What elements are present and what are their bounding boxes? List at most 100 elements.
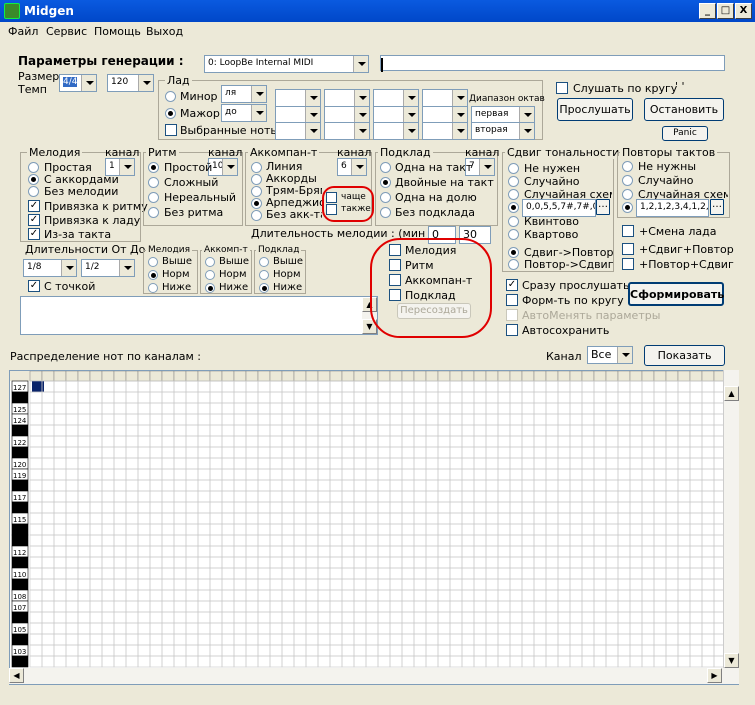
grid-cell[interactable] — [221, 589, 235, 602]
grid-header-cell[interactable] — [677, 371, 691, 382]
grid-cell[interactable] — [269, 600, 283, 613]
grid-cell[interactable] — [449, 380, 463, 393]
grid-cell[interactable] — [617, 633, 631, 646]
grid-cell[interactable] — [509, 457, 523, 470]
grid-cell[interactable] — [605, 380, 619, 393]
grid-cell[interactable] — [65, 578, 79, 591]
grid-cell[interactable] — [689, 578, 703, 591]
grid-cell[interactable] — [101, 435, 115, 448]
grid-cell[interactable] — [89, 501, 103, 514]
grid-cell[interactable] — [149, 512, 163, 525]
grid-cell[interactable] — [173, 457, 187, 470]
grid-cell[interactable] — [281, 446, 295, 459]
grid-cell[interactable] — [113, 413, 127, 426]
grid-cell[interactable] — [257, 655, 271, 668]
grid-cell[interactable] — [593, 644, 607, 657]
grid-cell[interactable] — [641, 578, 655, 591]
grid-cell[interactable] — [161, 490, 175, 503]
grid-cell[interactable] — [581, 512, 595, 525]
grid-cell[interactable] — [509, 611, 523, 624]
grid-cell[interactable] — [377, 556, 391, 569]
grid-cell[interactable] — [245, 479, 259, 492]
play-now-checkbox[interactable]: ✓ — [506, 279, 518, 291]
grid-cell[interactable] — [257, 380, 271, 393]
grid-cell[interactable] — [605, 479, 619, 492]
grid-cell[interactable] — [353, 424, 367, 437]
grid-cell[interactable] — [125, 523, 139, 536]
grid-cell[interactable] — [317, 380, 331, 393]
autosave-checkbox[interactable] — [506, 324, 518, 336]
grid-cell[interactable] — [449, 655, 463, 668]
grid-cell[interactable] — [545, 523, 559, 536]
grid-cell[interactable] — [677, 435, 691, 448]
grid-cell[interactable] — [641, 556, 655, 569]
grid-header-cell[interactable] — [521, 371, 535, 382]
grid-cell[interactable] — [473, 501, 487, 514]
grid-cell[interactable] — [509, 402, 523, 415]
grid-cell[interactable] — [161, 413, 175, 426]
grid-cell[interactable] — [317, 655, 331, 668]
grid-cell[interactable] — [329, 600, 343, 613]
grid-cell[interactable] — [113, 567, 127, 580]
repeats-scheme-more-button[interactable]: … — [710, 199, 724, 215]
grid-cell[interactable] — [233, 545, 247, 558]
grid-cell[interactable] — [521, 424, 535, 437]
grid-cell[interactable] — [653, 534, 667, 547]
grid-cell[interactable] — [689, 512, 703, 525]
grid-cell[interactable] — [353, 600, 367, 613]
grid-cell[interactable] — [701, 523, 715, 536]
grid-cell[interactable] — [89, 622, 103, 635]
grid-cell[interactable] — [653, 655, 667, 668]
grid-cell[interactable] — [617, 545, 631, 558]
grid-cell[interactable] — [185, 468, 199, 481]
grid-cell[interactable] — [53, 457, 67, 470]
grid-cell[interactable] — [101, 391, 115, 404]
grid-cell[interactable] — [485, 611, 499, 624]
grid-cell[interactable] — [557, 512, 571, 525]
grid-cell[interactable] — [533, 655, 547, 668]
grid-cell[interactable] — [677, 633, 691, 646]
grid-cell[interactable] — [65, 545, 79, 558]
grid-cell[interactable] — [341, 644, 355, 657]
grid-cell[interactable] — [329, 556, 343, 569]
grid-cell[interactable] — [173, 644, 187, 657]
grid-cell[interactable] — [653, 633, 667, 646]
form-button[interactable]: Сформировать — [628, 282, 724, 306]
grid-cell[interactable] — [425, 578, 439, 591]
grid-cell[interactable] — [449, 402, 463, 415]
grid-cell[interactable] — [533, 501, 547, 514]
grid-cell[interactable] — [353, 446, 367, 459]
grid-cell[interactable] — [425, 490, 439, 503]
grid-cell[interactable] — [137, 644, 151, 657]
grid-cell[interactable] — [377, 523, 391, 536]
grid-cell[interactable] — [65, 435, 79, 448]
grid-cell[interactable] — [149, 534, 163, 547]
grid-cell[interactable] — [341, 567, 355, 580]
grid-cell[interactable] — [185, 534, 199, 547]
grid-cell[interactable] — [665, 556, 679, 569]
grid-header-cell[interactable] — [65, 371, 79, 382]
grid-cell[interactable] — [353, 622, 367, 635]
grid-cell[interactable] — [593, 655, 607, 668]
grid-cell[interactable] — [641, 413, 655, 426]
grid-header-cell[interactable] — [461, 371, 475, 382]
grid-cell[interactable] — [581, 435, 595, 448]
grid-cell[interactable] — [653, 567, 667, 580]
grid-cell[interactable] — [65, 490, 79, 503]
grid-cell[interactable] — [593, 413, 607, 426]
grid-cell[interactable] — [257, 490, 271, 503]
grid-cell[interactable] — [245, 556, 259, 569]
grid-cell[interactable] — [125, 501, 139, 514]
grid-cell[interactable] — [197, 501, 211, 514]
grid-cell[interactable] — [449, 600, 463, 613]
grid-cell[interactable] — [485, 578, 499, 591]
grid-cell[interactable] — [197, 446, 211, 459]
grid-cell[interactable] — [77, 501, 91, 514]
grid-cell[interactable] — [137, 402, 151, 415]
grid-cell[interactable] — [113, 380, 127, 393]
grid-cell[interactable] — [365, 655, 379, 668]
grid-cell[interactable] — [317, 578, 331, 591]
grid-cell[interactable] — [545, 622, 559, 635]
grid-cell[interactable] — [389, 523, 403, 536]
grid-cell[interactable] — [425, 644, 439, 657]
